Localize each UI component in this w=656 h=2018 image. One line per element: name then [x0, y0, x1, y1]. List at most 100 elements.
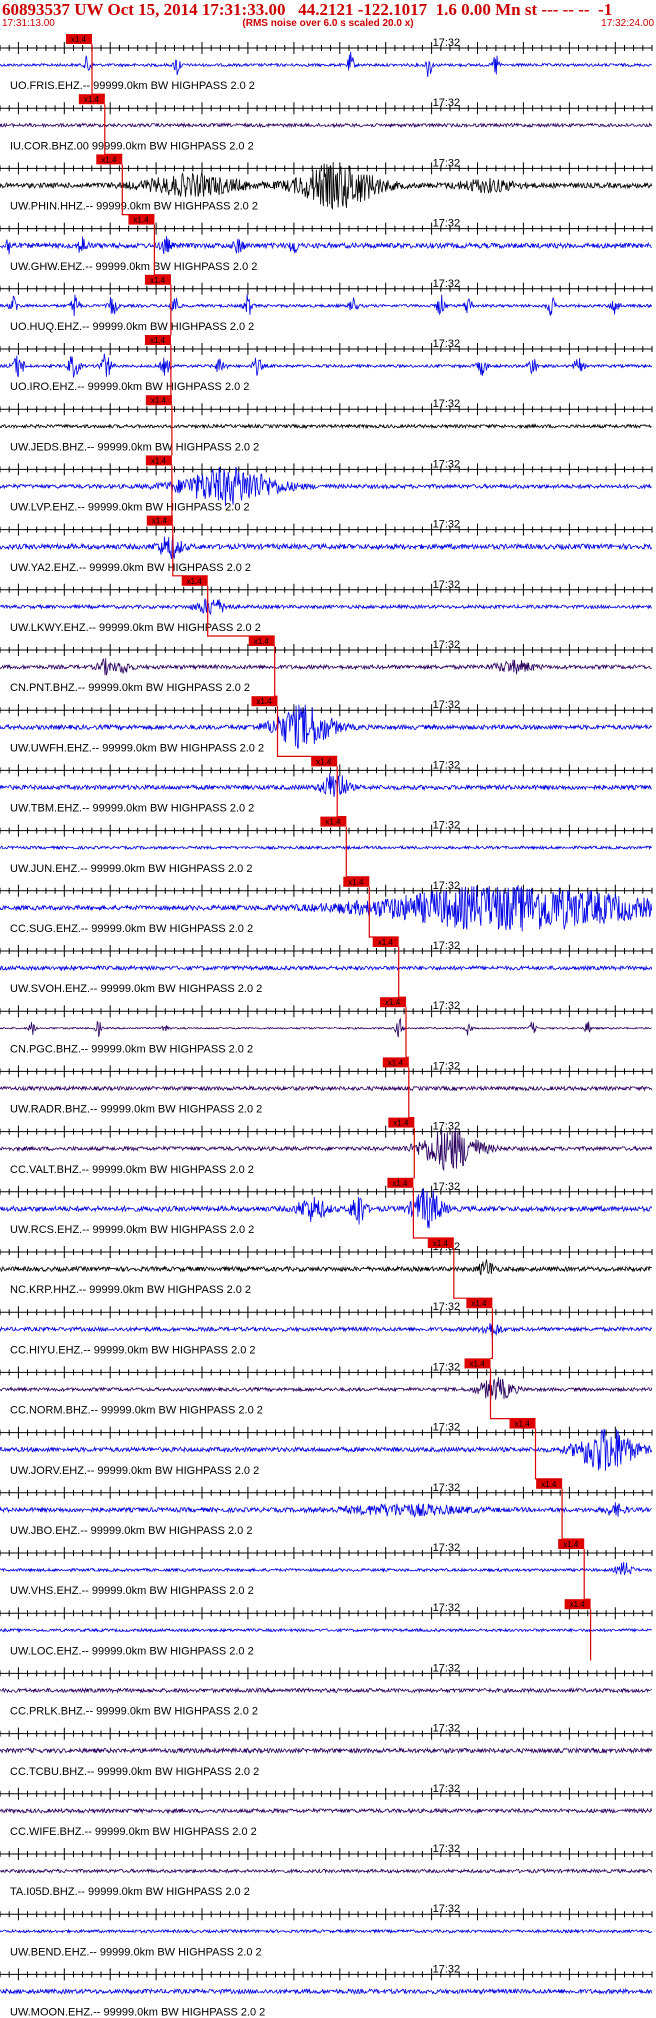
trace-row: 17:32 UO.IRO.EHZ.-- 99999.0km BW HIGHPASS…: [0, 338, 653, 393]
minute-mark-label: 17:32: [433, 278, 461, 290]
pick-label: x1.4: [187, 577, 203, 586]
waveform: [0, 1928, 653, 1934]
minute-mark-label: 17:32: [433, 759, 461, 771]
trace-row: 17:32 UW.MOON.EHZ.-- 99999.0km BW HIGHPAS…: [0, 1963, 653, 2018]
pick-label: x1.4: [254, 637, 270, 646]
plot-header: 60893537 UW Oct 15, 2014 17:31:33.00 44.…: [0, 0, 656, 34]
trace-row: 17:32 UW.SVOH.EHZ.-- 99999.0km BW HIGHPAS…: [0, 940, 653, 995]
waveform: [0, 1502, 652, 1518]
seismogram-plot: 17:32 UO.FRIS.EHZ.-- 99999.0km BW HIGHPAS…: [0, 34, 653, 2018]
trace-row: 17:32 CC.TCBU.BHZ.-- 99999.0km BW HIGHPAS…: [0, 1723, 653, 1778]
minute-mark-label: 17:32: [433, 458, 461, 470]
pick-label: x1.4: [101, 155, 117, 164]
minute-mark-label: 17:32: [433, 1602, 461, 1614]
trace-row: 17:32 UO.FRIS.EHZ.-- 99999.0km BW HIGHPAS…: [0, 37, 653, 92]
waveform: [0, 773, 652, 797]
pick-label: x1.4: [563, 1540, 579, 1549]
minute-mark-label: 17:32: [433, 699, 461, 711]
pick-label: x1.4: [348, 878, 364, 887]
trace-row: 17:32 CC.HIYU.EHZ.-- 99999.0km BW HIGHPAS…: [0, 1301, 653, 1356]
pick-label: x1.4: [470, 1359, 486, 1368]
station-label: UO.IRO.EHZ.-- 99999.0km BW HIGHPASS 2.0 …: [10, 381, 249, 393]
station-label: CC.SUG.EHZ.-- 99999.0km BW HIGHPASS 2.0 …: [10, 923, 253, 935]
station-label: UW.RCS.EHZ.-- 99999.0km BW HIGHPASS 2.0 …: [10, 1224, 254, 1236]
trace-row: 17:32 UW.BEND.EHZ.-- 99999.0km BW HIGHPAS…: [0, 1903, 653, 1958]
pick-label: x1.4: [84, 95, 100, 104]
minute-mark-label: 17:32: [433, 1843, 461, 1855]
waveform: [0, 1018, 652, 1038]
waveform: [0, 1322, 653, 1338]
waveform: [0, 1627, 652, 1634]
trace-row: 17:32 CN.PNT.BHZ.-- 99999.0km BW HIGHPASS…: [0, 639, 653, 694]
trace-row: 17:32 CC.PRLK.BHZ.-- 99999.0km BW HIGHPAS…: [0, 1662, 653, 1718]
pick-label: x1.4: [392, 1179, 408, 1188]
minute-mark-label: 17:32: [433, 579, 461, 591]
trace-row: 17:32 IU.COR.BHZ.00 99999.0km BW HIGHPASS…: [0, 97, 653, 152]
trace-row: 17:32NC.KRP.HHZ.-- 99999.0km BW HIGHPASS…: [0, 1241, 653, 1296]
end-time-label: 17:32:24.00: [601, 18, 654, 29]
trace-row: 17:32 UW.TBM.EHZ.-- 99999.0km BW HIGHPASS…: [0, 759, 653, 815]
waveform: [0, 1868, 653, 1875]
minute-mark-label: 17:32: [433, 338, 461, 350]
pick-label: x1.4: [151, 456, 167, 465]
waveform: [0, 844, 653, 851]
pick-label: x1.4: [316, 757, 332, 766]
pick-label: x1.4: [570, 1600, 586, 1609]
station-label: CC.NORM.BHZ.-- 99999.0km BW HIGHPASS 2.0…: [10, 1405, 263, 1417]
station-label: UW.UWFH.EHZ.-- 99999.0km BW HIGHPASS 2.0…: [10, 742, 264, 754]
scaling-subtitle: (RMS noise over 6.0 s scaled 20.0 x): [242, 18, 414, 29]
station-label: UW.VHS.EHZ.-- 99999.0km BW HIGHPASS 2.0 …: [10, 1585, 254, 1597]
station-label: CC.TCBU.BHZ.-- 99999.0km BW HIGHPASS 2.0…: [10, 1766, 259, 1778]
trace-row: 17:32 UW.UWFH.EHZ.-- 99999.0km BW HIGHPAS…: [0, 699, 653, 754]
station-label: TA.I05D.BHZ.-- 99999.0km BW HIGHPASS 2.0…: [10, 1886, 250, 1898]
pick-label: x1.4: [133, 216, 149, 225]
station-label: CC.HIYU.EHZ.-- 99999.0km BW HIGHPASS 2.0…: [10, 1344, 256, 1356]
station-label: UW.YA2.EHZ.-- 99999.0km BW HIGHPASS 2.0 …: [10, 562, 251, 574]
station-label: UW.MOON.EHZ.-- 99999.0km BW HIGHPASS 2.0…: [10, 2007, 265, 2018]
trace-row: 17:32 UW.YA2.EHZ.-- 99999.0km BW HIGHPASS…: [0, 519, 653, 574]
trace-row: 17:32 TA.I05D.BHZ.-- 99999.0km BW HIGHPAS…: [0, 1843, 653, 1898]
minute-mark-label: 17:32: [433, 218, 461, 230]
station-label: UW.JBO.EHZ.-- 99999.0km BW HIGHPASS 2.0 …: [10, 1525, 252, 1537]
pick-label: x1.4: [150, 276, 166, 285]
pick-label: x1.4: [471, 1299, 487, 1308]
minute-mark-label: 17:32: [433, 1963, 461, 1975]
trace-row: 17:32 CN.PGC.BHZ.-- 99999.0km BW HIGHPASS…: [0, 1000, 653, 1055]
pick-label: x1.4: [152, 517, 168, 526]
pick-label: x1.4: [433, 1239, 449, 1248]
minute-mark-label: 17:32: [433, 1783, 461, 1795]
waveform: [0, 122, 653, 129]
waveform: [0, 423, 652, 430]
trace-row: 17:32 CC.SUG.EHZ.-- 99999.0km BW HIGHPASS…: [0, 880, 653, 935]
trace-row: 17:32 UW.JUN.EHZ.-- 99999.0km BW HIGHPASS…: [0, 820, 653, 875]
station-label: CC.WIFE.BHZ.-- 99999.0km BW HIGHPASS 2.0…: [10, 1826, 257, 1838]
station-label: CN.PNT.BHZ.-- 99999.0km BW HIGHPASS 2.0 …: [10, 682, 250, 694]
station-label: UO.FRIS.EHZ.-- 99999.0km BW HIGHPASS 2.0…: [10, 80, 255, 92]
trace-row: 17:32 UW.LOC.EHZ.-- 99999.0km BW HIGHPASS…: [0, 1602, 653, 1657]
pick-label: x1.4: [541, 1480, 557, 1489]
trace-row: 17:32 UW.LKWY.EHZ.-- 99999.0km BW HIGHPAS…: [0, 579, 653, 634]
station-label: UW.JUN.EHZ.-- 99999.0km BW HIGHPASS 2.0 …: [10, 863, 252, 875]
station-label: UW.LVP.EHZ.-- 99999.0km BW HIGHPASS 2.0 …: [10, 502, 250, 514]
station-label: CC.VALT.BHZ.-- 99999.0km BW HIGHPASS 2.0…: [10, 1164, 254, 1176]
minute-mark-label: 17:32: [433, 1723, 461, 1735]
station-label: UO.HUQ.EHZ.-- 99999.0km BW HIGHPASS 2.0 …: [10, 321, 254, 333]
waveform: [0, 236, 652, 255]
waveform: [0, 1807, 653, 1815]
event-title: 60893537 UW Oct 15, 2014 17:31:33.00 44.…: [2, 0, 613, 19]
station-label: UW.SVOH.EHZ.-- 99999.0km BW HIGHPASS 2.0…: [10, 983, 262, 995]
trace-row: 17:32 UW.LVP.EHZ.-- 99999.0km BW HIGHPASS…: [0, 458, 653, 514]
minute-mark-label: 17:32: [433, 1181, 461, 1193]
waveform: [0, 1987, 653, 1996]
station-label: UW.PHIN.HHZ.-- 99999.0km BW HIGHPASS 2.0…: [10, 201, 258, 213]
trace-row: 17:32 UO.HUQ.EHZ.-- 99999.0km BW HIGHPASS…: [0, 278, 653, 333]
minute-mark-label: 17:32: [433, 1060, 461, 1072]
waveform: [0, 1377, 653, 1401]
minute-mark-label: 17:32: [433, 1361, 461, 1373]
minute-mark-label: 17:32: [433, 639, 461, 651]
trace-row: 17:32 UW.RCS.EHZ.-- 99999.0km BW HIGHPASS…: [0, 1181, 653, 1236]
pick-label: x1.4: [150, 336, 166, 345]
waveform: [0, 1188, 653, 1229]
waveform: [0, 1259, 652, 1276]
minute-mark-label: 17:32: [433, 97, 461, 109]
